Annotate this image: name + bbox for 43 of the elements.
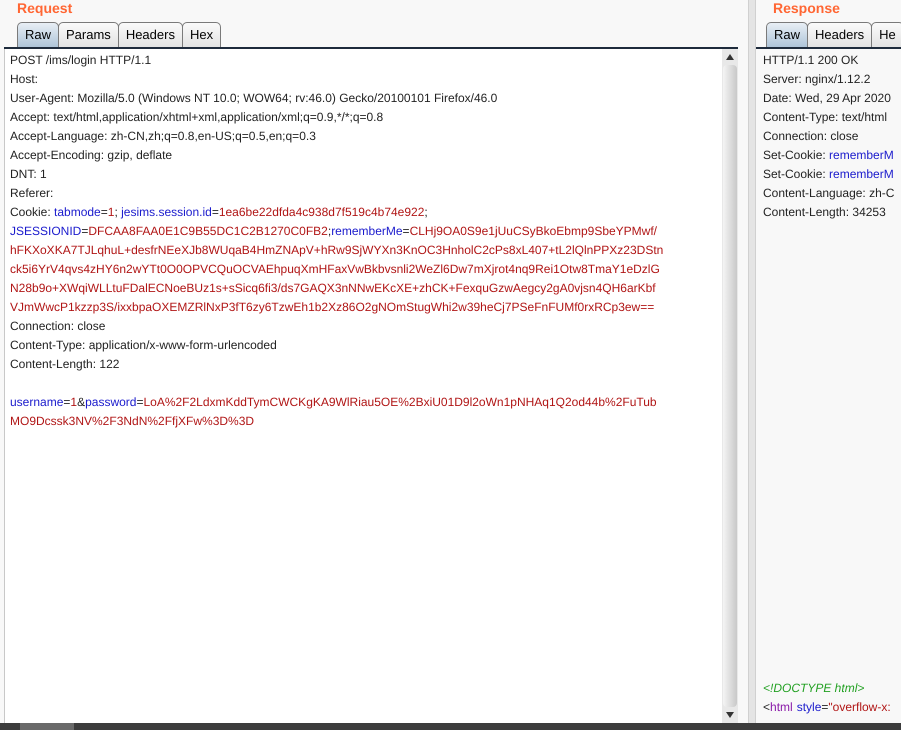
scrollbar[interactable] <box>722 49 738 723</box>
text-line: Accept-Encoding: gzip, deflate <box>10 147 174 164</box>
panel-title: Response <box>773 0 840 17</box>
text-line: Accept: text/html,application/xhtml+xml,application/xml;q=0.9,*/*;q=0.8 <box>10 109 384 126</box>
tab[interactable]: Raw <box>17 22 60 47</box>
text-line: N28b9o+XWqiWLLtuFDalECNoeBUz1s+sSicq6fi3/ds7GAQX3nNNwEKcXE+zhCK+FexquGzwAegcy2gA0vjsn4QH6arKbf <box>10 280 657 297</box>
tab[interactable]: Headers <box>807 22 872 47</box>
text-line: Content-Type: application/x-www-form-urlencoded <box>10 337 278 354</box>
scroll-thumb[interactable] <box>20 723 74 730</box>
text-line: ck5i6YrV4qvs4zHY6n2wYTt0O0OPVCQuOCVAEhpuqXmHFaxVwBkbvsnli2WeZl6Dw7mXjrot4nq9Rei1Otw8TmaY1eDzlG <box>10 261 661 278</box>
tab[interactable]: He <box>871 22 901 47</box>
text-line: DNT: 1 <box>10 166 48 183</box>
text-line: JSESSIONID=DFCAA8FAA0E1C9B55DC1C2B1270C0FB2;rememberMe=CLHj9OA0S9e1jUuCSyBkoEbmp9SbeYPMwf/ <box>10 223 658 240</box>
text-line: Date: Wed, 29 Apr 2020 <box>763 90 892 107</box>
text-line: Content-Length: 122 <box>10 356 120 373</box>
scroll-thumb[interactable] <box>723 65 737 707</box>
text-line: <!DOCTYPE html> <box>763 680 866 697</box>
text-line: Referer: <box>10 185 54 202</box>
text-line: VJmWwcP1kzzp3S/ixxbpaOXEMZRlNxP3fT6zy6TzwEh1b2Xz86O2gNOmStugWhi2w39heCj7PSeFnFUMf0rxRCp3ew== <box>10 299 656 316</box>
text-line: username=1&password=LoA%2F2LdxmKddTymCWCKgKA9WlRiau5OE%2BxiU01D9l2oWn1pNHAq1Q2od44b%2FuTub <box>10 394 658 411</box>
text-line: Connection: close <box>763 128 860 145</box>
tab[interactable]: Hex <box>182 22 222 47</box>
text-line: Content-Length: 34253 <box>763 204 887 221</box>
text-line: Set-Cookie: rememberM <box>763 147 895 164</box>
tab[interactable]: Headers <box>118 22 183 47</box>
tab[interactable]: Raw <box>766 22 808 47</box>
text-line: Cookie: tabmode=1; jesims.session.id=1ea6be22dfda4c938d7f519c4b74e922; <box>10 204 429 221</box>
text-line: Accept-Language: zh-CN,zh;q=0.8,en-US;q=0.5,en;q=0.3 <box>10 128 317 145</box>
text-line: MO9Dcssk3NV%2F3NdN%2FfjXFw%3D%3D <box>10 413 256 430</box>
text-line: <html style="overflow-x: <box>763 699 892 716</box>
text-line: Connection: close <box>10 318 106 335</box>
text-line: Host: <box>10 71 40 88</box>
tab[interactable]: Params <box>58 22 119 47</box>
panel-title: Request <box>17 0 72 17</box>
text-line: HTTP/1.1 200 OK <box>763 52 860 69</box>
text-line: hFKXoXKA7TJLqhuL+desfrNEeXJb8WUqaB4HmZNApV+hRw9SjWYXn3KnOC3HnholC2cPs8xL407+tL2lQlnPPXz23DStn <box>10 242 664 259</box>
text-line: Set-Cookie: rememberM <box>763 166 895 183</box>
text-line: POST /ims/login HTTP/1.1 <box>10 52 152 69</box>
text-line: User-Agent: Mozilla/5.0 (Windows NT 10.0; WOW64; rv:46.0) Gecko/20100101 Firefox/46.0 <box>10 90 498 107</box>
splitter[interactable] <box>748 0 756 723</box>
text-line: Server: nginx/1.12.2 <box>763 71 872 88</box>
text-line: Content-Language: zh-C <box>763 185 896 202</box>
text-line: Content-Type: text/html <box>763 109 888 126</box>
